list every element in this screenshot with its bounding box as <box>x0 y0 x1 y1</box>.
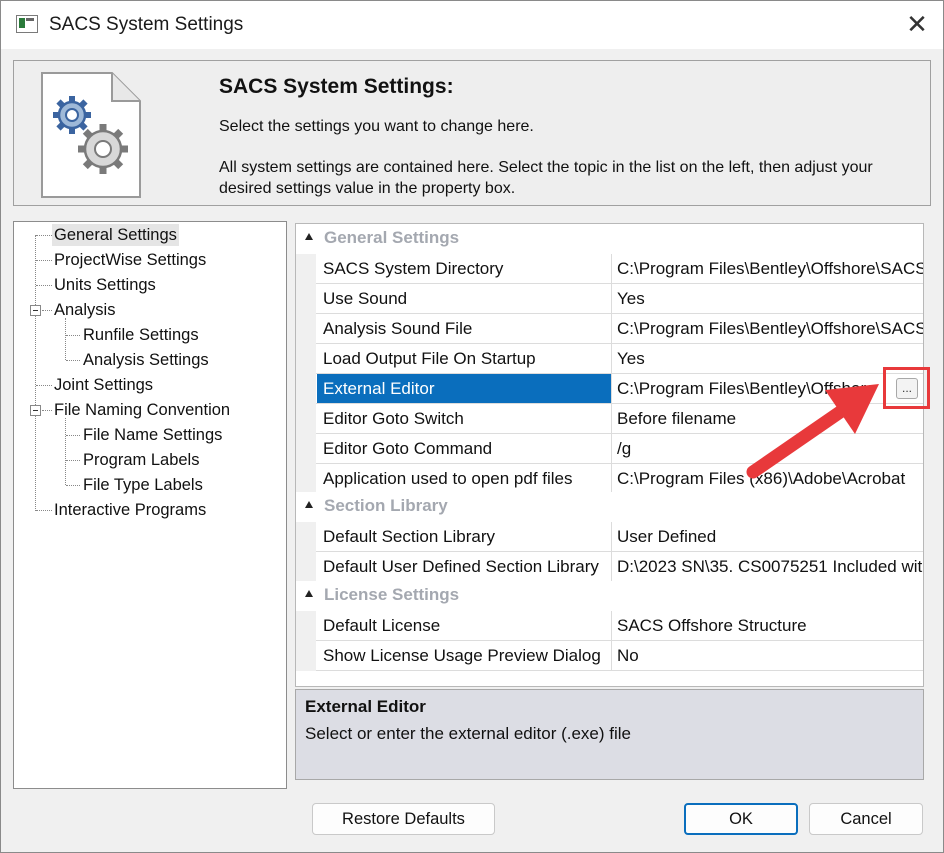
property-row-external-editor[interactable]: External Editor C:\Program Files\Bentley… <box>296 374 923 404</box>
property-value[interactable]: /g <box>612 434 923 463</box>
property-name-selected: External Editor <box>317 374 611 403</box>
property-value[interactable]: No <box>612 641 923 670</box>
restore-defaults-button[interactable]: Restore Defaults <box>312 803 495 835</box>
property-name: Application used to open pdf files <box>323 469 573 488</box>
property-name: Default User Defined Section Library <box>323 557 599 576</box>
property-value[interactable]: Before filename <box>612 404 923 433</box>
property-name: Editor Goto Command <box>323 439 493 458</box>
tree-item-analysis-settings[interactable]: Analysis Settings <box>83 349 209 371</box>
category-row[interactable]: General Settings <box>296 224 923 253</box>
app-icon <box>16 15 38 33</box>
cancel-button[interactable]: Cancel <box>809 803 923 835</box>
property-row[interactable]: Application used to open pdf files C:\Pr… <box>296 464 923 494</box>
property-name: SACS System Directory <box>323 259 504 278</box>
property-row[interactable]: Default User Defined Section Library D:\… <box>296 552 923 582</box>
collapse-file-naming-icon[interactable] <box>30 405 41 416</box>
collapse-analysis-icon[interactable] <box>30 305 41 316</box>
property-row[interactable]: Show License Usage Preview Dialog No <box>296 641 923 671</box>
tree-item-projectwise-settings[interactable]: ProjectWise Settings <box>54 249 206 271</box>
header-title: SACS System Settings: <box>219 75 454 98</box>
category-row[interactable]: License Settings <box>296 581 923 610</box>
external-editor-path-field[interactable]: C:\Program Files\Bentley\Offshore <box>612 374 923 403</box>
property-name: Editor Goto Switch <box>323 409 464 428</box>
header-panel: SACS System Settings: Select the setting… <box>13 60 931 206</box>
description-title: External Editor <box>305 697 426 716</box>
header-description: All system settings are contained here. … <box>219 159 873 197</box>
property-grid: General Settings SACS System Directory C… <box>295 223 924 687</box>
property-value[interactable]: D:\2023 SN\35. CS0075251 Included with <box>612 552 923 581</box>
collapse-triangle-icon[interactable] <box>305 590 313 597</box>
header-subtitle: Select the settings you want to change h… <box>219 118 534 135</box>
property-value[interactable]: SACS Offshore Structure <box>612 611 923 640</box>
property-value[interactable]: C:\Program Files (x86)\Adobe\Acrobat <box>612 464 923 493</box>
property-value[interactable]: C:\Program Files\Bentley\Offshore\SACS <box>612 314 923 343</box>
property-name: Default Section Library <box>323 527 495 546</box>
property-name: Use Sound <box>323 289 408 308</box>
property-value[interactable]: C:\Program Files\Bentley\Offshore\SACS <box>612 254 923 283</box>
settings-dialog: SACS System Settings ✕ SACS System Setti… <box>0 0 944 853</box>
browse-ellipsis-button[interactable]: ... <box>896 378 918 399</box>
category-label: License Settings <box>324 585 460 604</box>
property-row[interactable]: SACS System Directory C:\Program Files\B… <box>296 254 923 284</box>
property-row[interactable]: Use Sound Yes <box>296 284 923 314</box>
tree-item-runfile-settings[interactable]: Runfile Settings <box>83 324 199 346</box>
tree-item-joint-settings[interactable]: Joint Settings <box>54 374 153 396</box>
property-value[interactable]: Yes <box>612 284 923 313</box>
property-name: Show License Usage Preview Dialog <box>323 646 601 665</box>
tree-item-file-name-settings[interactable]: File Name Settings <box>83 424 222 446</box>
property-name: Analysis Sound File <box>323 319 473 338</box>
property-name: Default License <box>323 616 441 635</box>
category-row[interactable]: Section Library <box>296 492 923 521</box>
tree-item-general-settings[interactable]: General Settings <box>52 224 179 246</box>
title-bar: SACS System Settings ✕ <box>1 1 943 49</box>
settings-gears-document-icon <box>40 71 142 204</box>
property-row[interactable]: Default Section Library User Defined <box>296 522 923 552</box>
collapse-triangle-icon[interactable] <box>305 233 313 240</box>
property-row[interactable]: Editor Goto Switch Before filename <box>296 404 923 434</box>
tree-item-file-naming-convention[interactable]: File Naming Convention <box>54 399 230 421</box>
window-title: SACS System Settings <box>49 14 244 35</box>
collapse-triangle-icon[interactable] <box>305 501 313 508</box>
category-label: Section Library <box>324 496 448 515</box>
property-name: Load Output File On Startup <box>323 349 536 368</box>
close-button[interactable]: ✕ <box>897 7 937 43</box>
property-row[interactable]: Load Output File On Startup Yes <box>296 344 923 374</box>
tree-item-interactive-programs[interactable]: Interactive Programs <box>54 499 206 521</box>
category-label: General Settings <box>324 228 460 247</box>
ok-button[interactable]: OK <box>684 803 798 835</box>
property-row[interactable]: Editor Goto Command /g <box>296 434 923 464</box>
settings-tree: General Settings ProjectWise Settings Un… <box>13 221 287 789</box>
tree-item-units-settings[interactable]: Units Settings <box>54 274 156 296</box>
tree-item-file-type-labels[interactable]: File Type Labels <box>83 474 203 496</box>
property-value[interactable]: User Defined <box>612 522 923 551</box>
property-description-panel: External Editor Select or enter the exte… <box>295 689 924 780</box>
property-row[interactable]: Default License SACS Offshore Structure <box>296 611 923 641</box>
property-value[interactable]: Yes <box>612 344 923 373</box>
tree-item-analysis[interactable]: Analysis <box>54 299 115 321</box>
property-row[interactable]: Analysis Sound File C:\Program Files\Ben… <box>296 314 923 344</box>
tree-item-program-labels[interactable]: Program Labels <box>83 449 199 471</box>
description-text: Select or enter the external editor (.ex… <box>305 724 631 743</box>
